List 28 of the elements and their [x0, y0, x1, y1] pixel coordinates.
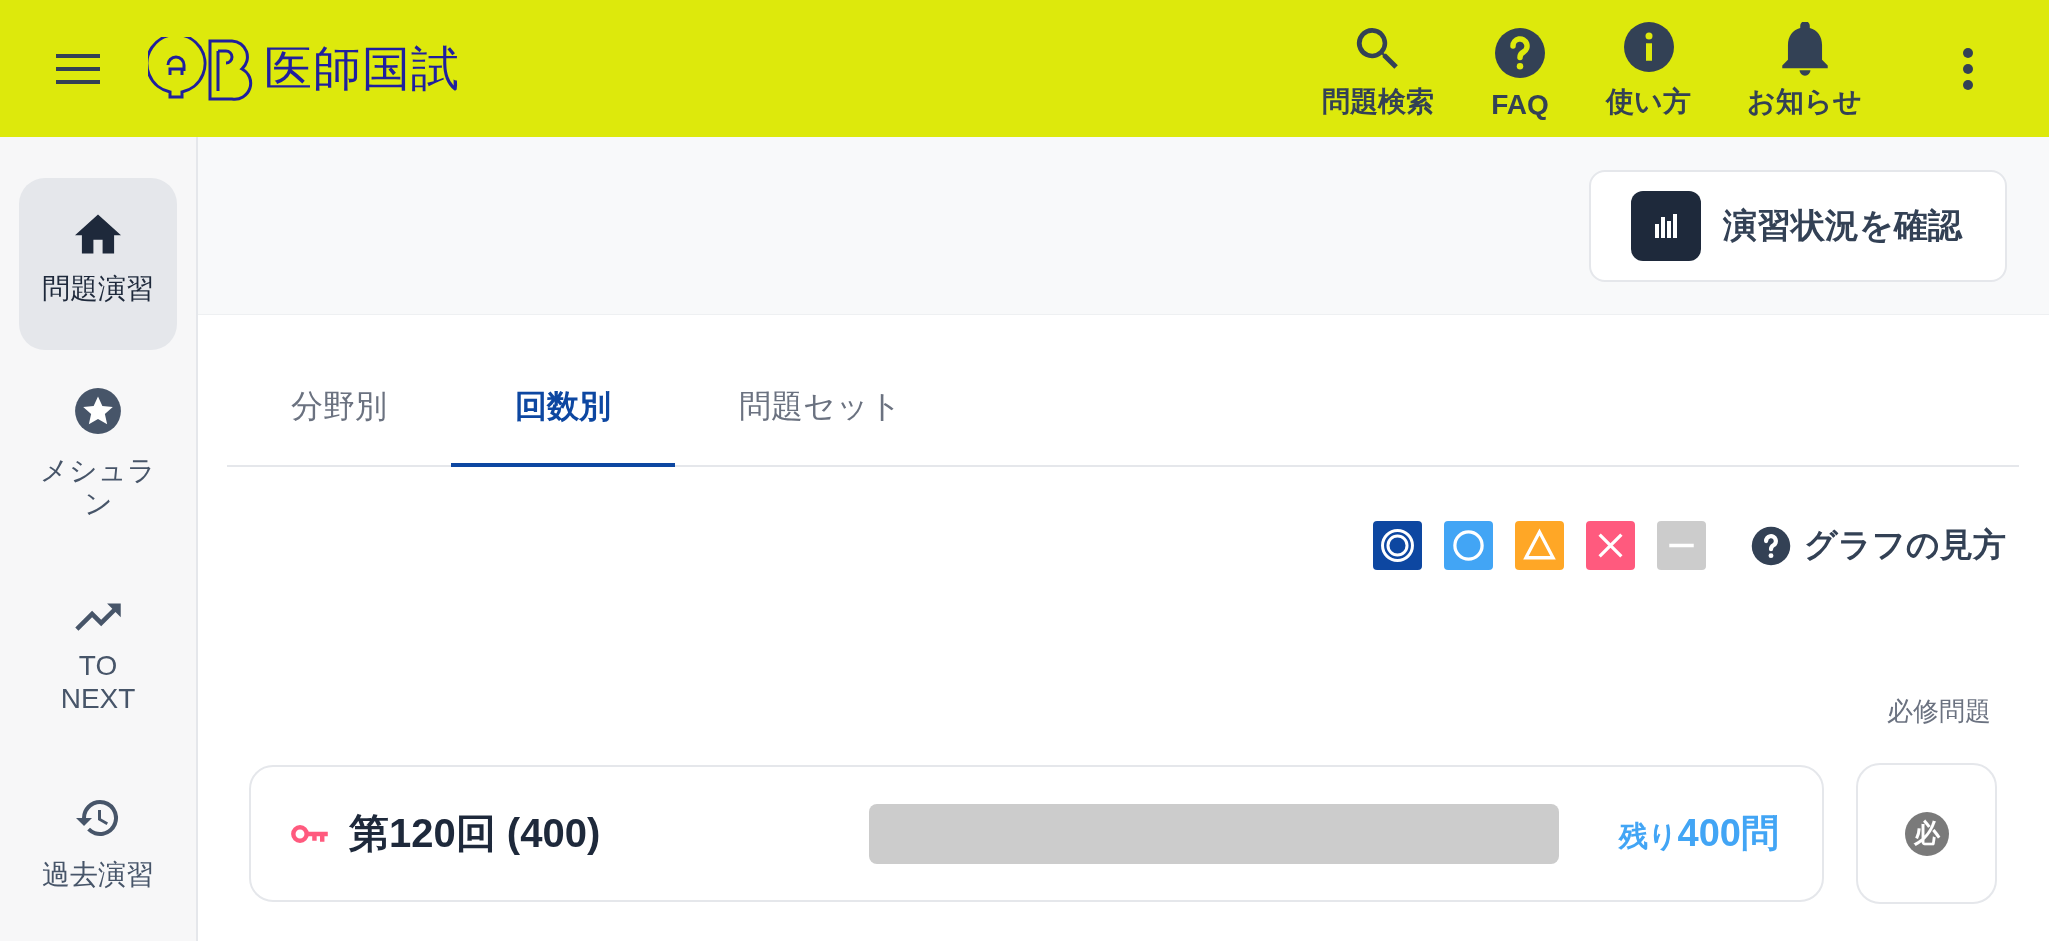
- round-card[interactable]: 第120回 (400) 残り 400問: [249, 765, 1824, 902]
- bell-icon: [1779, 21, 1830, 77]
- tab[interactable]: 回数別: [451, 355, 675, 467]
- sidebar-item[interactable]: 過去演習: [19, 759, 177, 936]
- sidebar-item[interactable]: メシュラン: [19, 349, 177, 565]
- search-nav-button[interactable]: 問題検索: [1294, 16, 1462, 121]
- tab[interactable]: 分野別: [227, 355, 451, 467]
- sidebar-item[interactable]: 問題演習: [19, 178, 177, 350]
- remaining-count: 残り 400問: [1618, 811, 1779, 856]
- bar-chart-icon: [1631, 191, 1701, 261]
- menu-icon: [56, 53, 100, 84]
- menu-button[interactable]: [56, 53, 100, 84]
- app-title: 医師国試: [264, 40, 460, 97]
- key-icon: [291, 823, 329, 844]
- tab[interactable]: 問題セット: [675, 355, 966, 467]
- help-icon: [1750, 524, 1792, 567]
- status-button[interactable]: 演習状況を確認: [1589, 170, 2007, 282]
- required-button[interactable]: 必: [1856, 763, 1997, 904]
- sidebar-item[interactable]: TO NEXT: [19, 564, 177, 760]
- faq-nav-button[interactable]: FAQ: [1462, 16, 1578, 121]
- logo-icon: [148, 36, 254, 101]
- home-icon: [75, 214, 121, 254]
- bell-nav-button[interactable]: お知らせ: [1719, 16, 1890, 121]
- section-label: 必修問題: [1886, 695, 1991, 728]
- graph-help-link[interactable]: グラフの見方: [1750, 523, 2006, 568]
- info-nav-button[interactable]: 使い方: [1578, 16, 1719, 121]
- round-title: 第120回 (400): [349, 810, 602, 857]
- more-icon[interactable]: [1962, 46, 1974, 91]
